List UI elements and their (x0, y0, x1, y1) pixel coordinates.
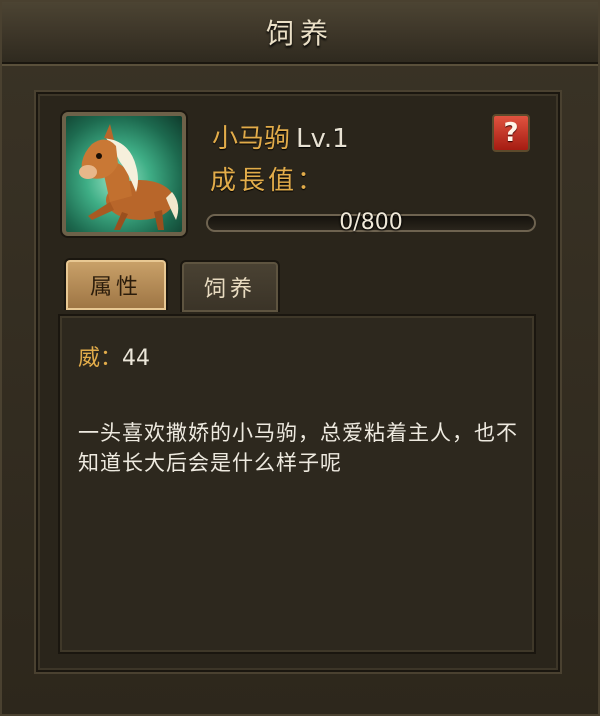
growth-label: 成長值： (210, 166, 327, 196)
tab-feeding[interactable]: 饲养 (180, 260, 280, 312)
stat-value: 44 (122, 346, 151, 371)
window-title: 饲养 (265, 17, 334, 50)
tab-attributes-label: 属性 (89, 275, 142, 300)
growth-progress-text: 0/800 (339, 210, 403, 235)
question-icon: ? (503, 118, 519, 148)
stat-label: 威： (78, 346, 123, 371)
tab-attributes[interactable]: 属性 (64, 258, 168, 310)
pet-portrait (62, 112, 186, 236)
pet-level: Lv.1 (296, 124, 349, 154)
help-button[interactable]: ? (492, 114, 530, 152)
pet-name: 小马驹 (212, 124, 291, 154)
pet-name-line: 小马驹 Lv.1 (212, 118, 349, 155)
foal-icon (79, 124, 179, 230)
stat-row: 威：44 (78, 340, 150, 372)
pet-description: 一头喜欢撒娇的小马驹，总爱粘着主人，也不知道长大后会是什么样子呢 (78, 421, 518, 475)
tab-feeding-label: 饲养 (203, 277, 256, 302)
title-bar: 饲养 (2, 2, 598, 64)
